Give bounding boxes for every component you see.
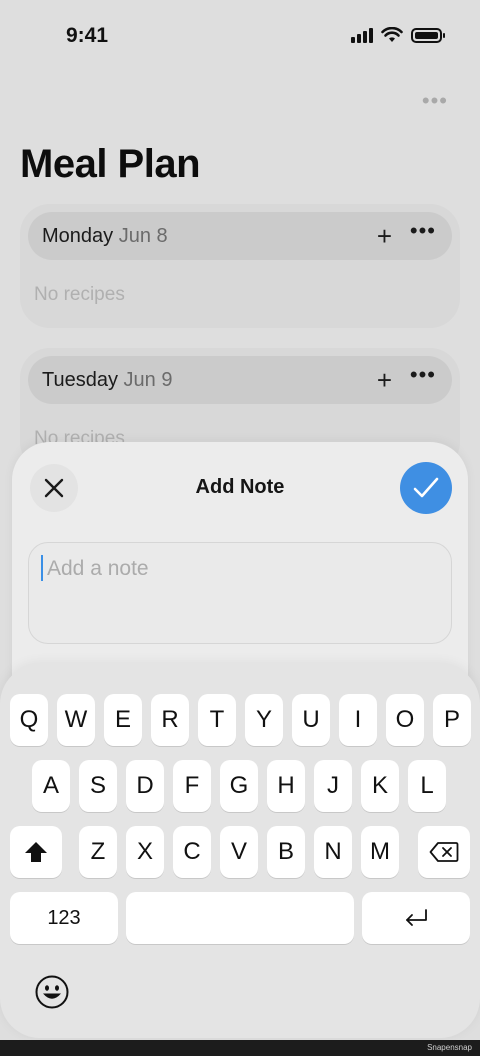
key-j[interactable]: J bbox=[314, 760, 352, 812]
return-icon bbox=[406, 909, 427, 926]
key-o[interactable]: O bbox=[386, 694, 424, 746]
key-s[interactable]: S bbox=[79, 760, 117, 812]
emoji-button[interactable] bbox=[34, 974, 70, 1010]
day-header[interactable]: Monday Jun 8 + ••• bbox=[28, 212, 452, 260]
backspace-icon bbox=[429, 842, 459, 862]
key-a[interactable]: A bbox=[32, 760, 70, 812]
key-d[interactable]: D bbox=[126, 760, 164, 812]
day-date: Jun 9 bbox=[123, 369, 173, 391]
key-v[interactable]: V bbox=[220, 826, 258, 878]
day-card-monday: Monday Jun 8 + ••• No recipes bbox=[20, 204, 460, 328]
day-name: Tuesday bbox=[42, 369, 118, 391]
delete-key[interactable] bbox=[418, 826, 470, 878]
key-e[interactable]: E bbox=[104, 694, 142, 746]
emoji-icon bbox=[35, 975, 69, 1009]
key-g[interactable]: G bbox=[220, 760, 258, 812]
more-options-button[interactable]: ••• bbox=[422, 88, 448, 114]
empty-state-text: No recipes bbox=[34, 284, 125, 305]
key-w[interactable]: W bbox=[57, 694, 95, 746]
add-recipe-button[interactable]: + bbox=[377, 365, 392, 396]
shift-icon bbox=[25, 842, 47, 862]
key-r[interactable]: R bbox=[151, 694, 189, 746]
day-date: Jun 8 bbox=[118, 225, 168, 247]
key-n[interactable]: N bbox=[314, 826, 352, 878]
key-m[interactable]: M bbox=[361, 826, 399, 878]
signal-icon bbox=[351, 27, 373, 43]
key-x[interactable]: X bbox=[126, 826, 164, 878]
key-q[interactable]: Q bbox=[10, 694, 48, 746]
key-h[interactable]: H bbox=[267, 760, 305, 812]
note-placeholder: Add a note bbox=[47, 557, 149, 580]
text-cursor bbox=[41, 555, 43, 581]
key-k[interactable]: K bbox=[361, 760, 399, 812]
status-bar: 9:41 bbox=[0, 18, 480, 54]
day-label: Monday Jun 8 bbox=[42, 225, 168, 248]
status-icons bbox=[351, 27, 445, 43]
day-header[interactable]: Tuesday Jun 9 + ••• bbox=[28, 356, 452, 404]
space-key[interactable] bbox=[126, 892, 354, 944]
key-f[interactable]: F bbox=[173, 760, 211, 812]
note-input[interactable]: Add a note bbox=[28, 542, 452, 644]
key-l[interactable]: L bbox=[408, 760, 446, 812]
day-more-button[interactable]: ••• bbox=[410, 218, 436, 244]
shift-key[interactable] bbox=[10, 826, 62, 878]
page-title: Meal Plan bbox=[20, 142, 201, 186]
key-u[interactable]: U bbox=[292, 694, 330, 746]
day-name: Monday bbox=[42, 225, 114, 247]
key-p[interactable]: P bbox=[433, 694, 471, 746]
confirm-button[interactable] bbox=[400, 462, 452, 514]
key-t[interactable]: T bbox=[198, 694, 236, 746]
keyboard: 123 QWERTYUIOP ASDFGHJKL ZXCVBNM bbox=[0, 664, 480, 1038]
key-i[interactable]: I bbox=[339, 694, 377, 746]
return-key[interactable] bbox=[362, 892, 470, 944]
day-more-button[interactable]: ••• bbox=[410, 362, 436, 388]
day-label: Tuesday Jun 9 bbox=[42, 369, 172, 392]
battery-icon bbox=[411, 27, 445, 43]
key-z[interactable]: Z bbox=[79, 826, 117, 878]
key-b[interactable]: B bbox=[267, 826, 305, 878]
screen: 9:41 ••• Meal Plan Monday Jun 8 + ••• No… bbox=[0, 0, 480, 1040]
status-time: 9:41 bbox=[66, 24, 109, 47]
watermark-bar: Snapensnap bbox=[0, 1040, 480, 1056]
key-y[interactable]: Y bbox=[245, 694, 283, 746]
watermark-text: Snapensnap bbox=[427, 1043, 472, 1052]
key-c[interactable]: C bbox=[173, 826, 211, 878]
wifi-icon bbox=[381, 27, 403, 42]
numbers-key[interactable]: 123 bbox=[10, 892, 118, 944]
add-recipe-button[interactable]: + bbox=[377, 221, 392, 252]
checkmark-icon bbox=[413, 477, 439, 498]
